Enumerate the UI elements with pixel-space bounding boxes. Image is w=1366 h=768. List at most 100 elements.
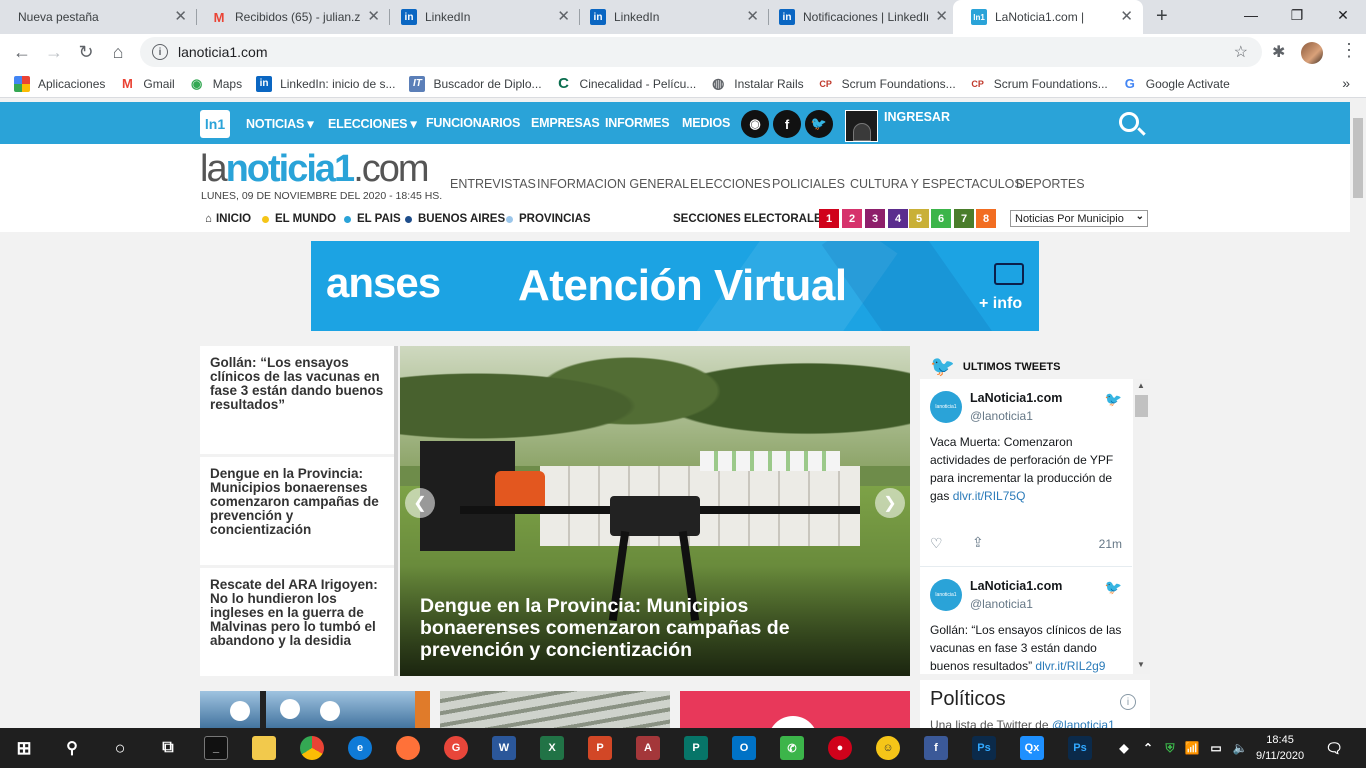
terminal-icon[interactable]: _ — [204, 736, 228, 760]
seccion-1[interactable]: 1 — [819, 209, 839, 228]
tab-linkedin-1[interactable]: in LinkedIn ✕ — [383, 0, 580, 34]
close-window-icon[interactable]: ✕ — [1320, 0, 1366, 30]
tweet[interactable]: lanoticia1 LaNoticia1.com @lanoticia1 🐦 … — [920, 379, 1132, 567]
crumb-inicio[interactable]: ⌂ INICIO — [205, 213, 251, 225]
address-bar[interactable]: i lanoticia1.com ☆ — [140, 37, 1262, 67]
scroll-thumb[interactable] — [1353, 118, 1363, 198]
minimize-icon[interactable]: — — [1228, 0, 1274, 30]
close-icon[interactable]: ✕ — [746, 9, 759, 25]
section-deportes[interactable]: DEPORTES — [1016, 177, 1085, 191]
close-icon[interactable]: ✕ — [557, 9, 570, 25]
share-icon[interactable]: ⇪ — [972, 534, 984, 551]
phone-icon[interactable]: ✆ — [780, 736, 804, 760]
tweet-time[interactable]: 21m — [1099, 537, 1122, 551]
outlook-icon[interactable]: O — [732, 736, 756, 760]
qx-icon[interactable]: Qx — [1020, 736, 1044, 760]
excel-icon[interactable]: X — [540, 736, 564, 760]
media-icon[interactable]: ● — [828, 736, 852, 760]
bookmark-scrum-2[interactable]: CP Scrum Foundations... — [970, 76, 1107, 92]
crumb-el-pais[interactable]: EL PAIS — [344, 213, 401, 225]
heart-icon[interactable]: ♡ — [930, 535, 943, 552]
url-text[interactable]: lanoticia1.com — [178, 44, 268, 60]
close-icon[interactable]: ✕ — [367, 9, 380, 25]
user-avatar[interactable] — [845, 110, 878, 142]
dropbox-icon[interactable]: ◆ — [1112, 736, 1136, 760]
edge-icon[interactable]: e — [348, 736, 372, 760]
article-thumbnail[interactable] — [200, 691, 430, 728]
publisher-icon[interactable]: P — [684, 736, 708, 760]
access-icon[interactable]: A — [636, 736, 660, 760]
scroll-up-icon[interactable]: ▲ — [1137, 381, 1145, 390]
bookmark-google-activate[interactable]: G Google Activate — [1122, 76, 1230, 92]
restore-icon[interactable]: ❐ — [1274, 0, 1320, 30]
close-icon[interactable]: ✕ — [1120, 9, 1133, 25]
profile-avatar[interactable] — [1301, 42, 1323, 64]
forward-icon[interactable]: → — [42, 40, 66, 64]
seccion-3[interactable]: 3 — [865, 209, 885, 228]
reload-icon[interactable]: ↻ — [74, 40, 98, 64]
seccion-4[interactable]: 4 — [888, 209, 908, 228]
tweets-scrollbar[interactable]: ▲ ▼ — [1133, 379, 1150, 674]
close-icon[interactable]: ✕ — [174, 9, 187, 25]
section-policiales[interactable]: POLICIALES — [772, 177, 845, 191]
close-icon[interactable]: ✕ — [935, 9, 948, 25]
story-item[interactable]: Gollán: “Los ensayos clínicos de las vac… — [200, 346, 395, 454]
tray-up-icon[interactable]: ⌃ — [1136, 736, 1160, 760]
bookmark-linkedin[interactable]: in LinkedIn: inicio de s... — [256, 75, 395, 92]
nav-elecciones[interactable]: ELECCIONES ▾ — [328, 116, 417, 131]
story-title[interactable]: Rescate del ARA Irigoyen: No lo hundiero… — [210, 578, 385, 648]
bookmarks-overflow-icon[interactable]: » — [1342, 75, 1350, 91]
slider-prev-icon[interactable]: ❮ — [405, 488, 435, 518]
municipio-select[interactable]: Noticias Por Municipio ⌄ — [1010, 210, 1148, 227]
word-icon[interactable]: W — [492, 736, 516, 760]
nav-noticias[interactable]: NOTICIAS ▾ — [246, 116, 314, 131]
nav-funcionarios[interactable]: FUNCIONARIOS — [426, 116, 520, 130]
facebook-icon[interactable]: f — [773, 110, 801, 138]
seccion-2[interactable]: 2 — [842, 209, 862, 228]
start-icon[interactable]: ⊞ — [12, 736, 36, 760]
network-icon[interactable]: 📶 — [1180, 736, 1204, 760]
new-tab-icon[interactable]: + — [1156, 5, 1168, 28]
avatar[interactable]: lanoticia1 — [930, 579, 962, 611]
tab-linkedin-2[interactable]: in LinkedIn ✕ — [572, 0, 769, 34]
bookmark-maps[interactable]: ◉ Maps — [189, 76, 242, 92]
seccion-8[interactable]: 8 — [976, 209, 996, 228]
home-icon[interactable]: ⌂ — [106, 40, 130, 64]
tweet-link[interactable]: dlvr.it/RIL75Q — [953, 489, 1026, 503]
politicos-list-widget[interactable]: Políticos i Una lista de Twitter de @lan… — [920, 680, 1150, 728]
file-explorer-icon[interactable] — [252, 736, 276, 760]
tab-nueva-pestana[interactable]: Nueva pestaña ✕ — [0, 0, 197, 34]
powerpoint-icon[interactable]: P — [588, 736, 612, 760]
notifications-icon[interactable]: 🗨 — [1322, 736, 1346, 760]
nav-empresas[interactable]: EMPRESAS — [531, 116, 600, 130]
page-scrollbar[interactable] — [1350, 98, 1366, 728]
bookmark-scrum-1[interactable]: CP Scrum Foundations... — [818, 76, 955, 92]
widget-desc-link[interactable]: @lanoticia1 — [1052, 718, 1115, 728]
avatar[interactable]: lanoticia1 — [930, 391, 962, 423]
nav-informes[interactable]: INFORMES — [605, 116, 670, 130]
tweet-handle[interactable]: @lanoticia1 — [970, 409, 1033, 423]
fb-icon[interactable]: f — [924, 736, 948, 760]
slider-next-icon[interactable]: ❯ — [875, 488, 905, 518]
bookmark-star-icon[interactable]: ☆ — [1234, 42, 1248, 62]
twitter-icon[interactable]: 🐦 — [805, 110, 833, 138]
scroll-thumb[interactable] — [1135, 395, 1148, 417]
bookmark-cinecalidad[interactable]: C Cinecalidad - Pelícu... — [556, 75, 696, 92]
tweets-timeline[interactable]: lanoticia1 LaNoticia1.com @lanoticia1 🐦 … — [920, 379, 1150, 674]
crumb-buenos-aires[interactable]: BUENOS AIRES — [405, 213, 505, 225]
system-clock[interactable]: 18:45 9/11/2020 — [1256, 732, 1304, 764]
search-icon[interactable] — [1119, 112, 1139, 132]
shield-icon[interactable]: ⛨ — [1158, 736, 1182, 760]
section-entrevistas[interactable]: ENTREVISTAS — [450, 177, 536, 191]
photoshop-icon[interactable]: Ps — [972, 736, 996, 760]
rss-icon[interactable]: ◉ — [741, 110, 769, 138]
anses-banner-ad[interactable]: anses Atención Virtual + info — [311, 241, 1039, 331]
crumb-el-mundo[interactable]: EL MUNDO — [262, 213, 336, 225]
section-cultura[interactable]: CULTURA Y ESPECTACULOS — [850, 177, 1023, 191]
battery-icon[interactable]: ▭ — [1204, 736, 1228, 760]
hero-slider[interactable]: ❮ ❯ Dengue en la Provincia: Municipios b… — [400, 346, 910, 676]
tweet[interactable]: lanoticia1 LaNoticia1.com @lanoticia1 🐦 … — [920, 567, 1132, 674]
search-icon[interactable]: ⚲ — [60, 736, 84, 760]
tweet-author[interactable]: LaNoticia1.com — [970, 579, 1062, 593]
bookmark-aplicaciones[interactable]: Aplicaciones — [14, 75, 105, 92]
